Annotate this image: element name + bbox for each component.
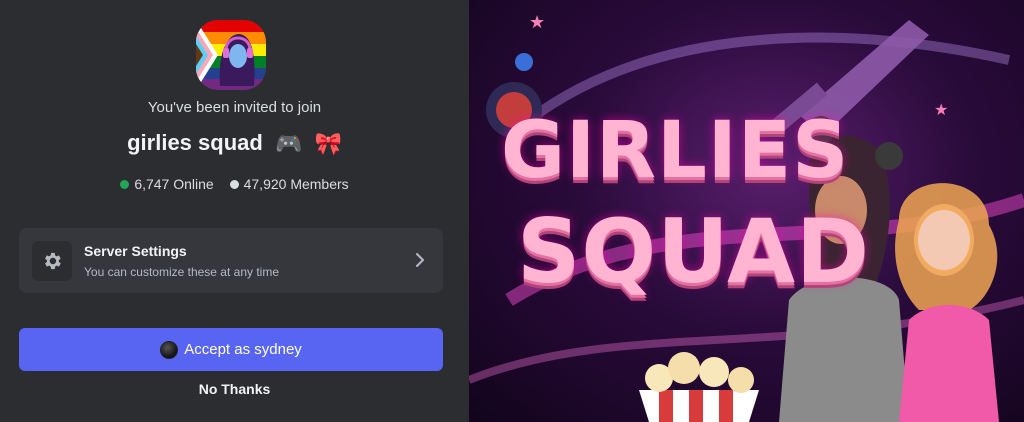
accept-invite-button[interactable]: Accept as sydney <box>19 328 443 371</box>
ribbon-icon: 🎀 <box>314 131 342 157</box>
member-count: 47,920 Members <box>243 176 349 192</box>
banner-title-line2: SQUAD <box>517 200 871 303</box>
settings-title: Server Settings <box>84 243 187 259</box>
no-thanks-button[interactable]: No Thanks <box>0 381 469 397</box>
member-stats: 6,747 Online 47,920 Members <box>0 176 469 192</box>
chevron-right-icon <box>413 250 427 275</box>
svg-text:★: ★ <box>934 102 948 119</box>
gear-icon <box>32 241 72 281</box>
online-count: 6,747 Online <box>134 176 214 192</box>
invite-subtitle: You've been invited to join <box>147 99 322 116</box>
server-name: girlies squad <box>127 130 263 155</box>
server-settings-card[interactable]: Server Settings You can customize these … <box>19 228 443 293</box>
server-name-row: girlies squad 🎮 🎀 <box>0 130 469 157</box>
server-icon <box>196 20 266 90</box>
game-controller-icon: 🎮 <box>274 131 303 157</box>
members-status-icon <box>229 180 239 189</box>
user-avatar <box>160 340 179 359</box>
accept-label: Accept as sydney <box>184 341 302 358</box>
settings-subtitle: You can customize these at any time <box>84 265 279 279</box>
svg-text:★: ★ <box>529 12 545 32</box>
online-status-icon <box>120 180 130 189</box>
server-banner: ★ ★ GIRLIES SQUAD <box>469 0 1024 422</box>
banner-title-line1: GIRLIES <box>501 106 850 196</box>
invite-panel: You've been invited to join girlies squa… <box>0 0 469 422</box>
